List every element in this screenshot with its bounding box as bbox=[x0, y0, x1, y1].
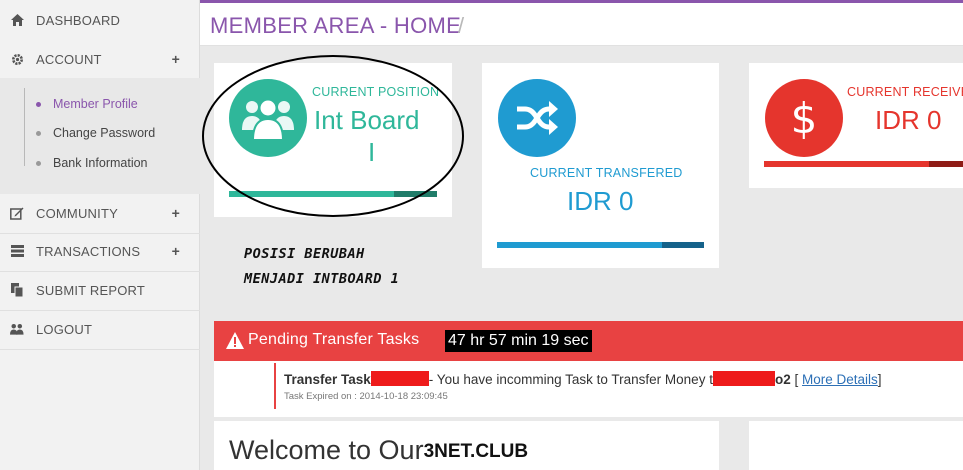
position-label: CURRENT POSITION bbox=[312, 85, 440, 99]
transfered-icon-circle bbox=[498, 79, 576, 157]
home-icon bbox=[10, 13, 24, 27]
current-received-card: $ CURRENT RECEIVED IDR 0 bbox=[749, 63, 963, 188]
sidebar-item-dashboard[interactable]: DASHBOARD bbox=[0, 1, 200, 39]
divider bbox=[0, 349, 200, 350]
warning-icon bbox=[226, 332, 244, 349]
countdown-timer: 47 hr 57 min 19 sec bbox=[445, 330, 592, 352]
dollar-icon: $ bbox=[791, 94, 818, 142]
redacted-block bbox=[370, 371, 429, 386]
shuffle-icon bbox=[517, 101, 558, 135]
current-position-card: CURRENT POSITION Int Board I bbox=[214, 63, 452, 217]
submenu-label: Change Password bbox=[53, 126, 156, 140]
bullet-icon bbox=[36, 160, 41, 166]
received-label: CURRENT RECEIVED bbox=[847, 85, 963, 99]
position-value-line2: I bbox=[368, 137, 376, 167]
received-progress-bar-end bbox=[929, 161, 963, 167]
task-expiry: Task Expired on : 2014-10-18 23:09:45 bbox=[284, 391, 448, 402]
sidebar-item-label: TRANSACTIONS bbox=[36, 243, 141, 259]
sidebar-item-transactions[interactable]: TRANSACTIONS + bbox=[0, 232, 200, 270]
transfered-label: CURRENT TRANSFERED bbox=[530, 166, 683, 180]
task-item: Transfer Task - You have incomming Task t… bbox=[274, 363, 963, 409]
svg-text:$: $ bbox=[791, 94, 818, 142]
header-bar: MEMBER AREA - HOME / bbox=[200, 0, 963, 46]
current-transfered-card: CURRENT TRANSFERED IDR 0 bbox=[482, 63, 719, 268]
task-recipient-suffix: o2 bbox=[774, 372, 791, 387]
welcome-panel: Welcome to Our3NET.CLUB bbox=[214, 421, 719, 470]
sidebar: DASHBOARD ACCOUNT + Member Profile Chang… bbox=[0, 0, 200, 470]
account-submenu: Member Profile Change Password Bank Info… bbox=[0, 78, 200, 194]
sidebar-item-label: LOGOUT bbox=[36, 321, 93, 337]
more-details-link[interactable]: More Details bbox=[802, 372, 878, 387]
breadcrumb-separator: / bbox=[458, 13, 465, 38]
transfered-value: IDR 0 bbox=[567, 186, 634, 216]
sidebar-item-community[interactable]: COMMUNITY + bbox=[0, 194, 200, 232]
task-message: - You have incomming Task to Transfer Mo… bbox=[428, 372, 713, 387]
link-bracket-open: [ bbox=[794, 372, 799, 387]
pending-tasks-header: Pending Transfer Tasks 47 hr 57 min 19 s… bbox=[214, 321, 963, 361]
task-title: Transfer Task bbox=[284, 372, 371, 387]
expand-icon[interactable]: + bbox=[172, 205, 180, 221]
expand-icon[interactable]: + bbox=[172, 243, 180, 259]
received-value: IDR 0 bbox=[875, 105, 942, 135]
submenu-label: Bank Information bbox=[53, 156, 148, 170]
list-icon bbox=[10, 244, 24, 258]
welcome-heading: Welcome to Our3NET.CLUB bbox=[229, 435, 528, 466]
bullet-icon bbox=[36, 130, 41, 136]
sidebar-item-submit-report[interactable]: SUBMIT REPORT bbox=[0, 271, 200, 309]
position-value: Int Board bbox=[314, 105, 420, 135]
position-progress-bar-end bbox=[394, 191, 437, 197]
copy-icon bbox=[10, 283, 24, 297]
users-icon bbox=[10, 322, 24, 336]
gear-icon bbox=[10, 52, 24, 66]
task-text: Transfer Task - You have incomming Task t… bbox=[284, 371, 882, 387]
brand-name: 3NET.CLUB bbox=[423, 441, 529, 462]
sidebar-item-label: ACCOUNT bbox=[36, 51, 102, 67]
redacted-block bbox=[712, 371, 775, 386]
submenu-item-change-password[interactable]: Change Password bbox=[24, 123, 155, 143]
welcome-text: Welcome to Our bbox=[229, 435, 424, 465]
annotation-note-line2: MENJADI INTBOARD 1 bbox=[244, 271, 400, 287]
position-icon-circle bbox=[229, 79, 307, 157]
pending-tasks-panel: Pending Transfer Tasks 47 hr 57 min 19 s… bbox=[214, 321, 963, 417]
submenu-label: Member Profile bbox=[53, 97, 138, 111]
side-panel bbox=[749, 421, 963, 470]
sidebar-item-label: SUBMIT REPORT bbox=[36, 282, 146, 298]
edit-icon bbox=[10, 206, 24, 220]
submenu-item-member-profile[interactable]: Member Profile bbox=[24, 94, 138, 114]
link-bracket-close: ] bbox=[877, 372, 882, 387]
submenu-item-bank-information[interactable]: Bank Information bbox=[24, 153, 148, 173]
sidebar-item-logout[interactable]: LOGOUT bbox=[0, 310, 200, 348]
bullet-icon bbox=[36, 101, 41, 107]
expand-icon[interactable]: + bbox=[172, 51, 180, 67]
annotation-note-line1: POSISI BERUBAH bbox=[244, 246, 365, 262]
sidebar-item-label: DASHBOARD bbox=[36, 12, 121, 28]
users-icon bbox=[242, 98, 294, 141]
sidebar-item-account[interactable]: ACCOUNT + bbox=[0, 40, 200, 78]
received-icon-circle: $ bbox=[765, 79, 843, 157]
page-title: MEMBER AREA - HOME bbox=[210, 13, 462, 38]
sidebar-item-label: COMMUNITY bbox=[36, 205, 118, 221]
pending-tasks-title: Pending Transfer Tasks bbox=[248, 331, 420, 348]
transfered-progress-bar-end bbox=[662, 242, 704, 248]
